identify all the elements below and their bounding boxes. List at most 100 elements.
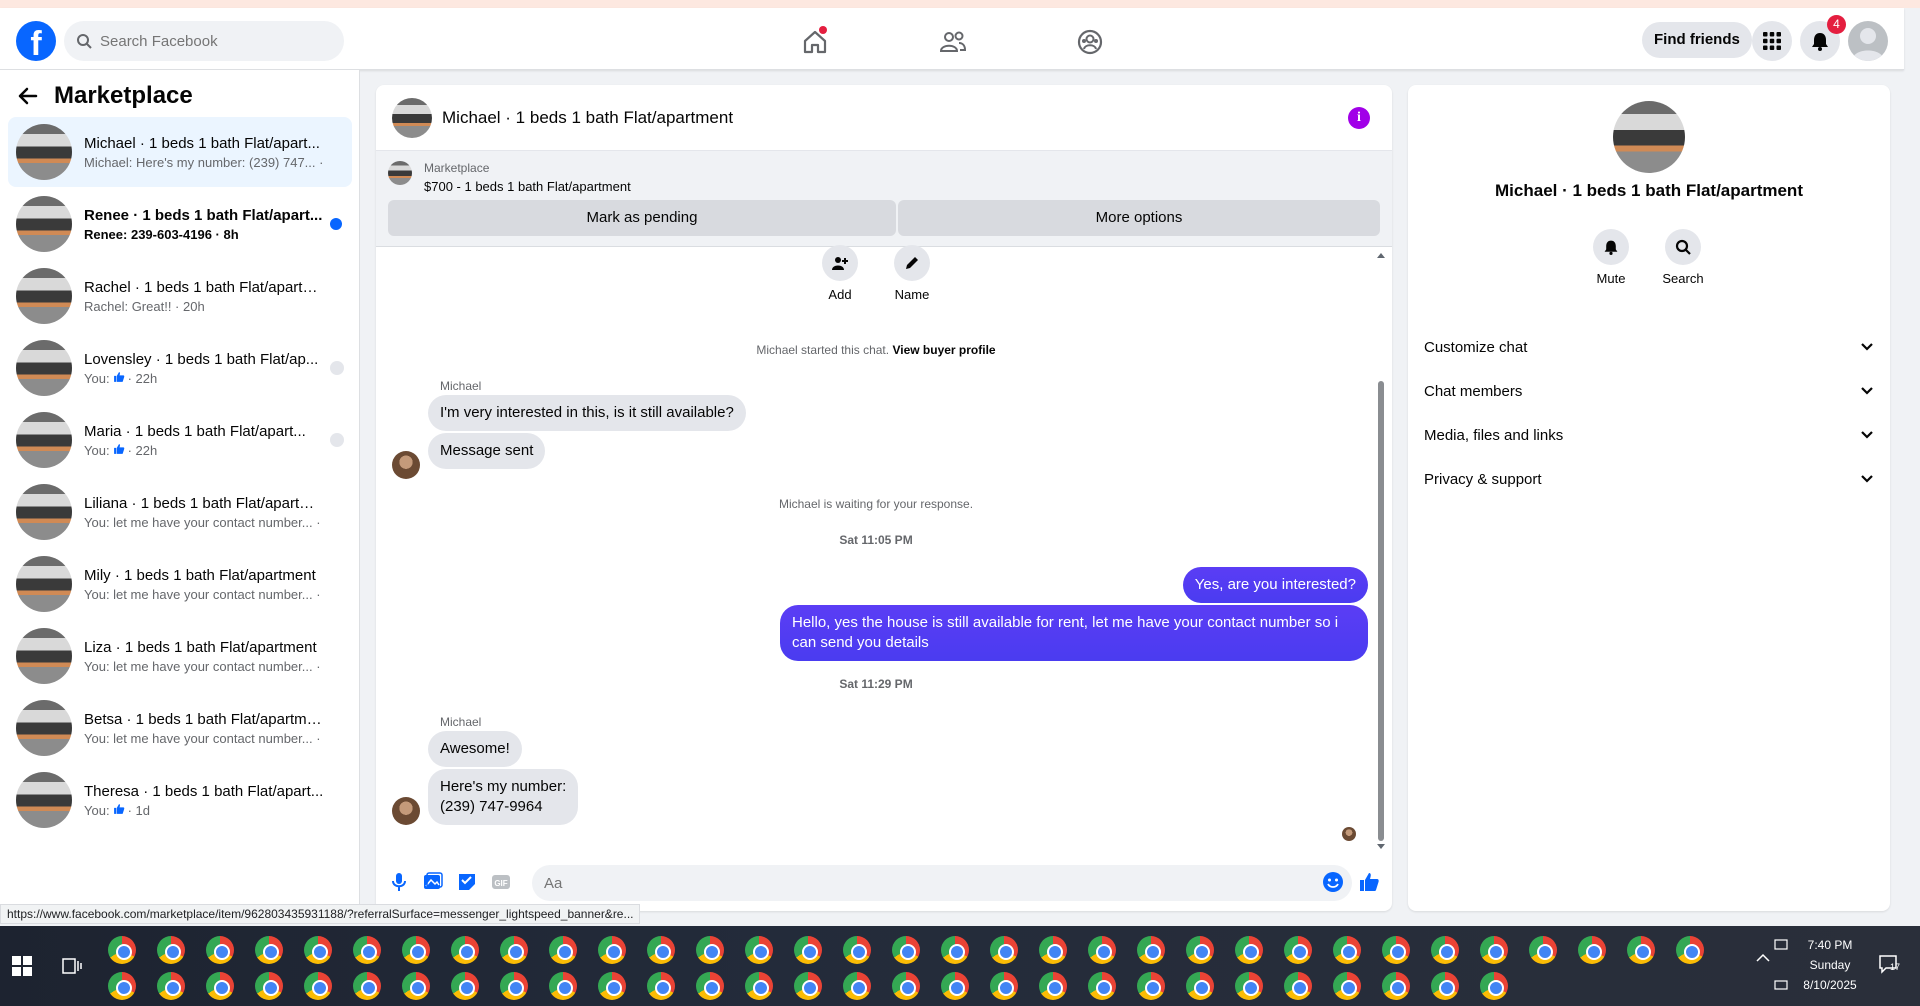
taskbar-app-icon[interactable] — [500, 936, 528, 964]
taskbar-app-icon[interactable] — [696, 972, 724, 1000]
taskbar-app-icon[interactable] — [1676, 936, 1704, 964]
taskbar-app-icon[interactable] — [696, 936, 724, 964]
taskbar-app-icon[interactable] — [549, 936, 577, 964]
clock-date[interactable]: 8/10/2025 — [1790, 978, 1870, 992]
taskbar-app-icon[interactable] — [941, 972, 969, 1000]
taskbar-app-icon[interactable] — [206, 936, 234, 964]
taskbar-app-icon[interactable] — [206, 972, 234, 1000]
facebook-logo-icon[interactable]: f — [16, 21, 56, 61]
taskbar-app-icon[interactable] — [1578, 936, 1606, 964]
taskbar-app-icon[interactable] — [1627, 936, 1655, 964]
taskbar-app-icon[interactable] — [1039, 936, 1067, 964]
taskbar-app-icon[interactable] — [745, 936, 773, 964]
taskbar-app-icon[interactable] — [353, 936, 381, 964]
photo-icon[interactable] — [422, 871, 444, 893]
taskbar-app-icon[interactable] — [647, 936, 675, 964]
taskbar-app-icon[interactable] — [451, 936, 479, 964]
taskbar-app-icon[interactable] — [1088, 936, 1116, 964]
name-chat-action[interactable]: Name — [882, 245, 942, 302]
notifications-bell-icon[interactable]: 4 — [1800, 15, 1846, 61]
taskbar-app-icon[interactable] — [255, 936, 283, 964]
taskbar-app-icon[interactable] — [1235, 972, 1263, 1000]
taskbar-app-icon[interactable] — [157, 972, 185, 1000]
add-contact-action[interactable]: Add — [810, 245, 870, 302]
menu-grid-icon[interactable] — [1752, 21, 1792, 61]
taskbar-app-icon[interactable] — [1235, 936, 1263, 964]
conversation-item[interactable]: Mily · 1 beds 1 bath Flat/apartment You: … — [8, 549, 352, 619]
taskbar-app-icon[interactable] — [745, 972, 773, 1000]
conversation-item[interactable]: Michael · 1 beds 1 bath Flat/apart... Mic… — [8, 117, 352, 187]
conversation-item[interactable]: Maria · 1 beds 1 bath Flat/apart... You: ·… — [8, 405, 352, 475]
taskbar-app-icon[interactable] — [304, 936, 332, 964]
details-avatar[interactable] — [1613, 101, 1685, 173]
clock-day[interactable]: Sunday — [1790, 958, 1870, 972]
scroll-up-arrow-icon[interactable] — [1376, 251, 1386, 259]
taskbar-app-icon[interactable] — [451, 972, 479, 1000]
conversation-item[interactable]: Renee · 1 beds 1 bath Flat/apart... Renee… — [8, 189, 352, 259]
taskbar-app-icon[interactable] — [647, 972, 675, 1000]
outgoing-message[interactable]: Hello, yes the house is still available … — [780, 605, 1368, 661]
taskbar-app-icon[interactable] — [108, 972, 136, 1000]
taskbar-app-icon[interactable] — [794, 972, 822, 1000]
taskbar-app-icon[interactable] — [892, 972, 920, 1000]
sender-avatar[interactable] — [392, 451, 420, 479]
taskbar-app-icon[interactable] — [1382, 936, 1410, 964]
taskbar-app-icon[interactable] — [1529, 936, 1557, 964]
gif-icon[interactable]: GIF — [490, 871, 512, 893]
search-input[interactable] — [100, 32, 320, 50]
chat-listing-thumbnail[interactable] — [392, 97, 432, 138]
taskbar-app-icon[interactable] — [402, 936, 430, 964]
taskbar-app-icon[interactable] — [402, 972, 430, 1000]
more-options-button[interactable]: More options — [898, 200, 1380, 236]
sticker-icon[interactable] — [456, 871, 478, 893]
taskbar-app-icon[interactable] — [1284, 972, 1312, 1000]
conversation-item[interactable]: Theresa · 1 beds 1 bath Flat/apart... You… — [8, 765, 352, 835]
windows-start-icon[interactable] — [12, 956, 32, 976]
incoming-message[interactable]: Message sent — [428, 433, 546, 469]
outgoing-message[interactable]: Yes, are you interested? — [1182, 567, 1368, 603]
taskbar-app-icon[interactable] — [794, 936, 822, 964]
listing-title[interactable]: $700 - 1 beds 1 bath Flat/apartment — [424, 179, 631, 194]
sender-avatar[interactable] — [392, 797, 420, 825]
clock-time[interactable]: 7:40 PM — [1790, 938, 1870, 952]
taskbar-app-icon[interactable] — [353, 972, 381, 1000]
taskbar-app-icon[interactable] — [1480, 972, 1508, 1000]
taskbar-app-icon[interactable] — [1137, 972, 1165, 1000]
find-friends-button[interactable]: Find friends — [1642, 22, 1752, 58]
conversation-item[interactable]: Betsa · 1 beds 1 bath Flat/apartment You:… — [8, 693, 352, 763]
info-icon[interactable]: i — [1348, 107, 1370, 129]
mark-as-pending-button[interactable]: Mark as pending — [388, 200, 896, 236]
details-section-row[interactable]: Privacy & support — [1424, 457, 1874, 501]
search-box[interactable] — [64, 21, 344, 61]
scroll-down-arrow-icon[interactable] — [1376, 843, 1386, 851]
network-icon[interactable] — [1774, 978, 1788, 997]
emoji-icon[interactable] — [1322, 871, 1344, 893]
taskbar-app-icon[interactable] — [549, 972, 577, 1000]
taskbar-app-icon[interactable] — [500, 972, 528, 1000]
taskbar-app-icon[interactable] — [598, 936, 626, 964]
mute-button[interactable]: Mute — [1581, 229, 1641, 286]
details-section-row[interactable]: Chat members — [1424, 369, 1874, 413]
taskbar-app-icon[interactable] — [598, 972, 626, 1000]
incoming-message[interactable]: I'm very interested in this, is it still… — [428, 395, 746, 431]
incoming-message-phone[interactable]: Here's my number: (239) 747-9964 — [428, 769, 579, 825]
profile-avatar[interactable] — [1848, 21, 1888, 61]
message-input[interactable] — [532, 865, 1352, 901]
listing-thumbnail[interactable] — [388, 161, 412, 185]
conversation-item[interactable]: Rachel · 1 beds 1 bath Flat/apartm... Rac… — [8, 261, 352, 331]
details-section-row[interactable]: Customize chat — [1424, 325, 1874, 369]
groups-icon[interactable] — [1070, 22, 1110, 62]
taskbar-app-icon[interactable] — [1480, 936, 1508, 964]
details-section-row[interactable]: Media, files and links — [1424, 413, 1874, 457]
taskbar-app-icon[interactable] — [304, 972, 332, 1000]
search-in-chat-button[interactable]: Search — [1653, 229, 1713, 286]
home-icon[interactable] — [795, 22, 835, 62]
chat-scrollbar[interactable] — [1376, 251, 1386, 851]
taskbar-app-icon[interactable] — [1088, 972, 1116, 1000]
action-center-icon[interactable]: 17 — [1878, 954, 1900, 979]
task-view-icon[interactable] — [60, 956, 82, 981]
conversation-item[interactable]: Liliana · 1 beds 1 bath Flat/apartme... Y… — [8, 477, 352, 547]
incoming-message[interactable]: Awesome! — [428, 731, 522, 767]
taskbar-app-icon[interactable] — [1186, 936, 1214, 964]
taskbar-app-icon[interactable] — [843, 936, 871, 964]
